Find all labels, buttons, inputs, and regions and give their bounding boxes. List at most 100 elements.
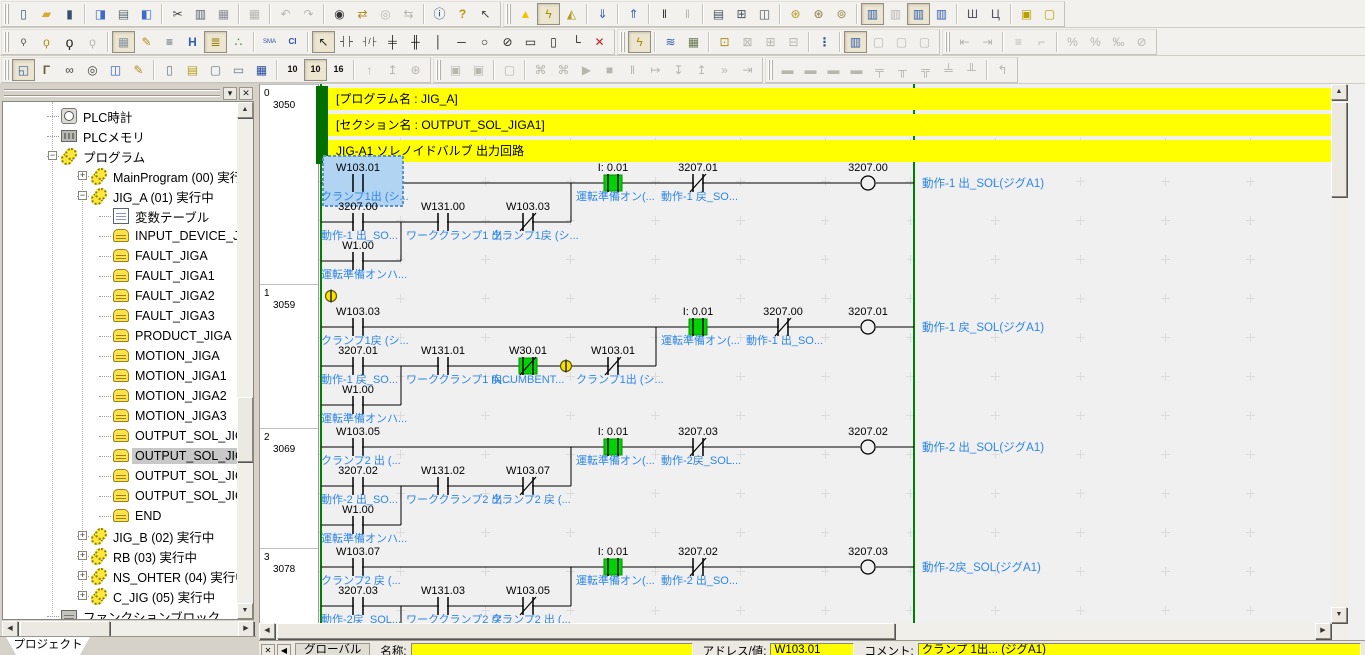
toolbar-cycle-time-monitor-button[interactable]: ≋ [659,31,682,53]
toolbar-mnemonic-view-button[interactable]: SMA [258,31,281,53]
toolbar-transfer-to-plc-button[interactable]: ⇓ [591,3,614,25]
contact-I: 0.01[interactable] [578,540,658,590]
toolbar-binary-monitor-button[interactable]: ▦ [250,59,273,81]
toolbar-section-view-button[interactable]: ∴ [227,31,250,53]
contact-W131.03[interactable] [408,579,488,623]
contact-3207.03[interactable] [663,420,743,470]
ladder-vscroll-thumb[interactable] [1331,102,1347,197]
expand-box[interactable]: + [78,571,87,580]
tree-scroll-down-button[interactable]: ▼ [237,603,253,619]
ladder-scroll-up-button[interactable]: ▲ [1331,84,1347,100]
toolbar-branch-tool-button[interactable]: └ [565,31,588,53]
contact-3207.03[interactable] [323,579,403,623]
tree-item-product_jiga[interactable]: PRODUCT_JIGA [3,326,254,346]
contact-W131.00[interactable] [408,195,488,245]
toolbar-context-help-button[interactable]: ↖ [474,3,497,25]
toolbar-time-chart-monitor-button[interactable]: ▦ [682,31,705,53]
toolbar-lock-set-button[interactable]: ▣ [1015,3,1038,25]
toolbar-horizontal-line-tool-button[interactable]: ─ [450,31,473,53]
toolbar-hex-view-button[interactable]: 16 [327,59,350,81]
expand-box[interactable]: + [78,551,87,560]
toolbar-lock-release-button[interactable]: ▢ [1038,3,1061,25]
address-value-field[interactable]: W103.01 [770,643,854,655]
tree-hscroll-thumb[interactable] [20,621,110,637]
toolbar-grip[interactable] [620,32,625,52]
contact-I: 0.01[interactable] [578,420,658,470]
coil-3207.00[interactable] [833,156,913,206]
refbar-back-button[interactable]: ◀ [277,644,291,655]
panel-grip[interactable] [4,89,220,97]
toolbar-program-online-edit-button[interactable]: ⊞ [730,3,753,25]
contact-W131.01[interactable] [408,339,488,389]
toolbar-help-button[interactable]: ? [451,3,474,25]
ladder-scroll-down-button[interactable]: ▼ [1331,607,1347,623]
tree-item-motion_jiga[interactable]: MOTION_JIGA [3,346,254,366]
toolbar-vertical-line-tool-button[interactable]: │ [427,31,450,53]
toolbar-grip[interactable] [945,32,950,52]
tree-item-output_sol_jiga[interactable]: OUTPUT_SOL_JIGA [3,426,254,446]
toolbar-watch-window-button[interactable]: ▥ [844,31,867,53]
tree-item-c_jig05[interactable]: +C_JIG (05) 実行中 [3,586,254,606]
toolbar-grip[interactable] [4,4,9,24]
toolbar-about-info-button[interactable]: ⓘ [428,3,451,25]
contact-I: 0.01[interactable] [578,156,658,206]
tree-item-input_device_jig[interactable]: INPUT_DEVICE_JIG [3,226,254,246]
toolbar-page-setup-button[interactable]: ◨ [89,3,112,25]
tab-project[interactable]: プロジェクト [6,637,90,655]
tree-scroll-up-button[interactable]: ▲ [237,102,253,118]
panel-title-bar[interactable]: ▾ ✕ [2,86,254,101]
toolbar-symbol-table-window-button[interactable]: ▤ [181,59,204,81]
toolbar-cross-reference-button[interactable]: ◎ [81,59,104,81]
tree-item-end[interactable]: END [3,506,254,526]
toolbar-replace-button[interactable]: ⇄ [351,3,374,25]
toolbar-grip[interactable] [768,60,773,80]
ladder-scroll-left-button[interactable]: ◀ [259,623,275,639]
coil-3207.01[interactable] [833,300,913,350]
contact-3207.01[interactable] [663,156,743,206]
tree-item-plc[interactable]: PLCメモリ [3,126,254,146]
toolbar-contact-nc-tool-button[interactable]: ┤/├ [358,31,381,53]
toolbar-or-contact-no-tool-button[interactable]: ╪ [381,31,404,53]
panel-dropdown-button[interactable]: ▾ [223,87,237,100]
toolbar-delete-tool-button[interactable]: ✕ [588,31,611,53]
toolbar-time-chart-button[interactable]: Ц [984,3,1007,25]
ladder-hscroll-thumb[interactable] [277,623,895,639]
toolbar-print-button[interactable]: ▤ [112,3,135,25]
toolbar-rack-monitor-1-button[interactable]: ▥ [861,3,884,25]
tree-item-motion_jiga2[interactable]: MOTION_JIGA2 [3,386,254,406]
toolbar-zoom-in-button[interactable]: ϙ [58,31,81,53]
tree-item-rb03[interactable]: +RB (03) 実行中 [3,546,254,566]
contact-W103.05[interactable] [493,579,573,623]
toolbar-online-edit-search-button[interactable]: ◭ [560,3,583,25]
toolbar-coil-tool-button[interactable]: ○ [473,31,496,53]
toolbar-grip[interactable] [436,60,441,80]
coil-3207.03[interactable] [833,540,913,590]
collapse-box[interactable]: − [48,151,57,160]
toolbar-contact-no-tool-button[interactable]: ┤├ [335,31,358,53]
coil-3207.02[interactable] [833,420,913,470]
tree-item-fault_jiga2[interactable]: FAULT_JIGA2 [3,286,254,306]
toolbar-select-tool-button[interactable]: ↖ [312,31,335,53]
toolbar-force-edit-button[interactable]: ⊡ [713,31,736,53]
toolbar-properties-button[interactable]: ✎ [127,59,150,81]
tree-hscrollbar[interactable]: ◀ ▶ [2,621,254,637]
expand-box[interactable]: + [78,591,87,600]
name-field[interactable] [411,643,693,655]
toolbar-insert-section-button[interactable]: ▯ [158,59,181,81]
toolbar-paste-button[interactable]: ▦ [212,3,235,25]
comment-field[interactable]: クランプ 1出... (ジグA1) [918,643,1361,655]
toolbar-zoom-default-button[interactable]: ϙ [12,31,35,53]
toolbar-online-edit-begin-button[interactable]: ⊛ [784,3,807,25]
contact-W1.00[interactable] [323,234,403,284]
tree-item-[interactable]: 変数テーブル [3,206,254,226]
tree-item-fault_jiga[interactable]: FAULT_JIGA [3,246,254,266]
refbar-close-button[interactable]: ✕ [261,644,275,655]
tree-item-motion_jiga3[interactable]: MOTION_JIGA3 [3,406,254,426]
toolbar-data-trace-button[interactable]: Ш [961,3,984,25]
toolbar-coil-not-tool-button[interactable]: ⊘ [496,31,519,53]
toolbar-work-online-button[interactable]: ▲ [514,3,537,25]
contact-3207.02[interactable] [663,540,743,590]
tree-item-jig_a01[interactable]: −JIG_A (01) 実行中 [3,186,254,206]
ladder-hscrollbar[interactable]: ◀ ▶ [259,623,1331,640]
toolbar-open-project-button[interactable]: ▰ [35,3,58,25]
